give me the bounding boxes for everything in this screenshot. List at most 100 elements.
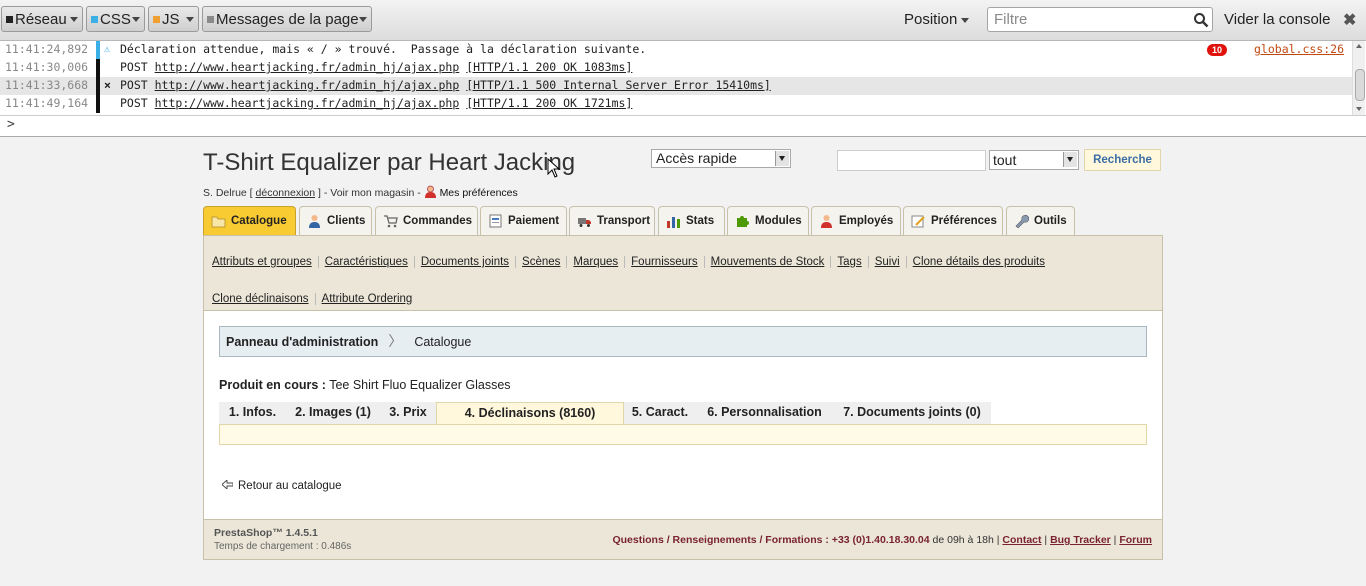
tab-clients[interactable]: Clients	[299, 206, 372, 235]
submenu-link[interactable]: Clone déclinaisons	[212, 293, 316, 305]
submenu-link[interactable]: Tags	[837, 256, 869, 268]
logout-link[interactable]: déconnexion	[256, 187, 316, 199]
submenu-links: Attributs et groupes Caractéristiques Docu…	[212, 244, 1152, 318]
product-tab-caract[interactable]: 5. Caract.	[624, 402, 696, 424]
product-tab-personnalisation[interactable]: 6. Personnalisation	[696, 402, 833, 424]
log-url[interactable]: http://www.heartjacking.fr/admin_hj/ajax…	[155, 78, 460, 92]
css-color-icon	[91, 15, 98, 23]
tab-modules[interactable]: Modules	[727, 206, 809, 235]
submenu-link[interactable]: Clone détails des produits	[913, 256, 1051, 268]
filter-network-button[interactable]: Réseau	[1, 6, 83, 32]
page-title: T-Shirt Equalizer par Heart Jacking	[203, 149, 576, 176]
contact-link[interactable]: Contact	[1002, 534, 1041, 546]
wrench-icon	[1015, 214, 1029, 228]
product-tab-infos[interactable]: 1. Infos.	[219, 402, 286, 424]
scroll-down-icon[interactable]	[1356, 107, 1362, 111]
error-icon: ×	[104, 78, 111, 92]
submenu-link[interactable]: Suivi	[874, 256, 907, 268]
breadcrumb-current: Catalogue	[414, 335, 472, 349]
search-scope-select[interactable]: tout	[989, 150, 1079, 170]
log-url[interactable]: http://www.heartjacking.fr/admin_hj/ajax…	[155, 96, 460, 110]
log-category-bar	[96, 41, 100, 59]
log-timestamp: 11:41:30,006	[5, 60, 89, 74]
search-button[interactable]: Recherche	[1084, 149, 1161, 171]
chart-icon	[667, 217, 680, 228]
tab-paiement[interactable]: Paiement	[480, 206, 567, 235]
product-tab-images[interactable]: 2. Images (1)	[286, 402, 380, 424]
close-icon[interactable]: ✖	[1343, 10, 1356, 30]
product-tab-documents[interactable]: 7. Documents joints (0)	[833, 402, 991, 424]
submenu-link[interactable]: Mouvements de Stock	[710, 256, 832, 268]
version-label: PrestaShop™ 1.4.5.1	[214, 527, 318, 539]
log-category-bar	[96, 77, 100, 95]
tab-catalogue[interactable]: Catalogue	[203, 206, 296, 236]
filter-css-button[interactable]: CSS	[86, 6, 145, 32]
submenu-link[interactable]: Fournisseurs	[631, 256, 705, 268]
tab-label: Modules	[755, 215, 802, 227]
product-tab-body	[219, 424, 1147, 445]
scroll-up-icon[interactable]	[1356, 44, 1362, 48]
console-scrollbar[interactable]	[1352, 41, 1365, 115]
search-icon[interactable]	[1193, 12, 1209, 28]
log-timestamp: 11:41:24,892	[5, 42, 89, 56]
log-timestamp: 11:41:33,668	[5, 78, 89, 92]
console-filter-input[interactable]	[987, 7, 1213, 32]
submenu-link[interactable]: Marques	[573, 256, 626, 268]
log-status[interactable]: [HTTP/1.1 200 OK 1083ms]	[466, 60, 632, 74]
tab-preferences[interactable]: Préférences	[903, 206, 1003, 235]
console-command-line: >	[0, 115, 1366, 137]
tab-outils[interactable]: Outils	[1006, 206, 1075, 235]
quick-access-select[interactable]: Accès rapide	[651, 149, 791, 168]
breadcrumb: Panneau d'administration 〉 Catalogue	[219, 326, 1147, 357]
tab-employes[interactable]: Employés	[811, 206, 901, 235]
breadcrumb-root[interactable]: Panneau d'administration	[226, 335, 378, 349]
submenu-link[interactable]: Attribute Ordering	[322, 293, 419, 305]
position-button[interactable]: Position	[904, 11, 970, 28]
chevron-down-icon	[961, 17, 970, 23]
current-product-label: Produit en cours :	[219, 378, 326, 392]
product-tab-declinaisons[interactable]: 4. Déclinaisons (8160)	[436, 402, 624, 424]
log-timestamp: 11:41:49,164	[5, 96, 89, 110]
console-row[interactable]: 11:41:30,006 POST http://www.heartjackin…	[0, 59, 1352, 77]
clear-console-button[interactable]: Vider la console	[1224, 11, 1330, 28]
console-toolbar: Réseau CSS JS Messages de la page Positi…	[0, 0, 1366, 41]
chevron-right-icon: 〉	[388, 333, 403, 349]
filter-js-button[interactable]: JS	[148, 6, 199, 32]
messages-color-icon	[207, 15, 214, 23]
submenu-link[interactable]: Scènes	[522, 256, 568, 268]
forum-link[interactable]: Forum	[1119, 534, 1152, 546]
support-phone: Questions / Renseignements / Formations …	[612, 534, 930, 546]
log-status[interactable]: [HTTP/1.1 200 OK 1721ms]	[466, 96, 632, 110]
submenu-link[interactable]: Attributs et groupes	[212, 256, 319, 268]
log-url[interactable]: http://www.heartjacking.fr/admin_hj/ajax…	[155, 60, 460, 74]
bug-tracker-link[interactable]: Bug Tracker	[1050, 534, 1111, 546]
log-status[interactable]: [HTTP/1.1 500 Internal Server Error 1541…	[466, 78, 771, 92]
prompt-icon: >	[7, 117, 15, 132]
console-row-selected[interactable]: 11:41:33,668 × POST http://www.heartjack…	[0, 77, 1352, 95]
view-shop-link[interactable]: ] - Voir mon magasin -	[318, 187, 421, 199]
scroll-thumb[interactable]	[1355, 69, 1365, 101]
my-preferences-link[interactable]: Mes préférences	[440, 187, 518, 199]
back-to-catalog-link[interactable]: Retour au catalogue	[222, 480, 342, 492]
current-product: Produit en cours : Tee Shirt Fluo Equali…	[219, 378, 511, 392]
chevron-down-icon	[132, 17, 140, 22]
log-method: POST	[120, 96, 155, 110]
admin-search-input[interactable]	[837, 150, 986, 171]
filter-page-messages-button[interactable]: Messages de la page	[202, 6, 372, 32]
submenu-link[interactable]: Caractéristiques	[324, 256, 415, 268]
tab-stats[interactable]: Stats	[658, 206, 725, 235]
tab-transport[interactable]: Transport	[569, 206, 655, 235]
source-link[interactable]: global.css:26	[1254, 41, 1344, 58]
truck-icon	[578, 218, 591, 227]
support-hours: de 09h à 18h |	[929, 534, 1000, 546]
chevron-down-icon	[70, 17, 78, 22]
tab-commandes[interactable]: Commandes	[375, 206, 478, 235]
console-row[interactable]: 11:41:24,892 ⚠ Déclaration attendue, mai…	[0, 41, 1352, 59]
submenu-link[interactable]: Documents joints	[420, 256, 517, 268]
product-tab-prix[interactable]: 3. Prix	[380, 402, 436, 424]
chevron-down-icon	[359, 17, 367, 22]
console-row[interactable]: 11:41:49,164 POST http://www.heartjackin…	[0, 95, 1352, 113]
console-command-input[interactable]	[22, 117, 1356, 135]
prefs-icon	[911, 215, 925, 228]
support-info: Questions / Renseignements / Formations …	[612, 534, 1152, 546]
